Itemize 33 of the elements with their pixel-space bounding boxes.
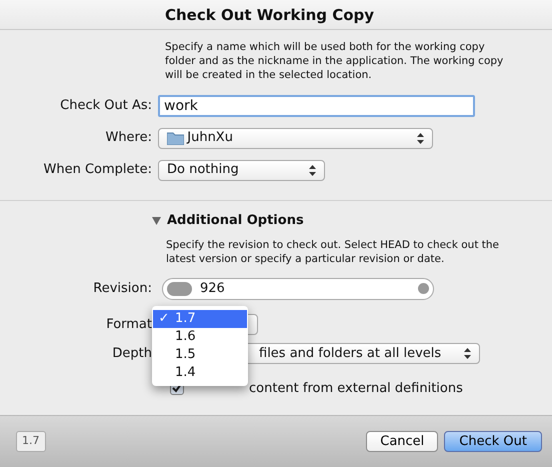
location-popup[interactable]: JuhnXu [158,128,433,148]
field-label: Depth [111,344,153,363]
version-label: 1.7 [16,431,46,452]
stepper-arrows-icon [417,132,424,144]
field-label: When Complete: [42,161,153,180]
field-label: Revision: [92,280,153,298]
disclosure-triangle-icon[interactable] [152,216,161,225]
completion-popup[interactable]: Do nothing [158,160,325,180]
stepper-arrows-icon [309,164,316,176]
field-label: Format [105,316,153,334]
menu-item[interactable]: 1.4 [153,364,247,382]
clear-icon[interactable] [418,283,429,294]
popup-value: files and folders at all levels [259,344,442,363]
description-text: Specify a name which will be used both for the working copy folder and as the nickname in the application. The working copy will be created in the selected location. [165,40,504,82]
revision-type-icon [167,282,192,296]
field-label: Where: [104,129,153,148]
section-title: Additional Options [167,212,304,230]
folder-icon [167,132,184,144]
menu-item[interactable]: 1.6 [153,328,247,346]
popup-value: Do nothing [167,161,239,180]
menu-item[interactable]: ✓ 1.7 [153,310,247,328]
cancel-button[interactable]: Cancel [366,431,438,452]
check-out-button[interactable]: Check Out [444,431,542,452]
stepper-arrows-icon [464,348,471,359]
field-value: 926 [200,280,225,298]
popup-value: JuhnXu [187,129,233,148]
check-icon: ✓ [158,311,170,326]
field-label: Check Out As: [59,97,153,116]
text-field[interactable]: work [158,95,475,117]
checkbox-label: content from external definitions [249,380,463,398]
sheet-title: Check Out Working Copy [0,0,552,30]
revision-field[interactable]: 926 [162,278,434,300]
description-text: Specify the revision to check out. Select HEAD to check out the latest version or specify a particular revision or date. [166,238,500,266]
